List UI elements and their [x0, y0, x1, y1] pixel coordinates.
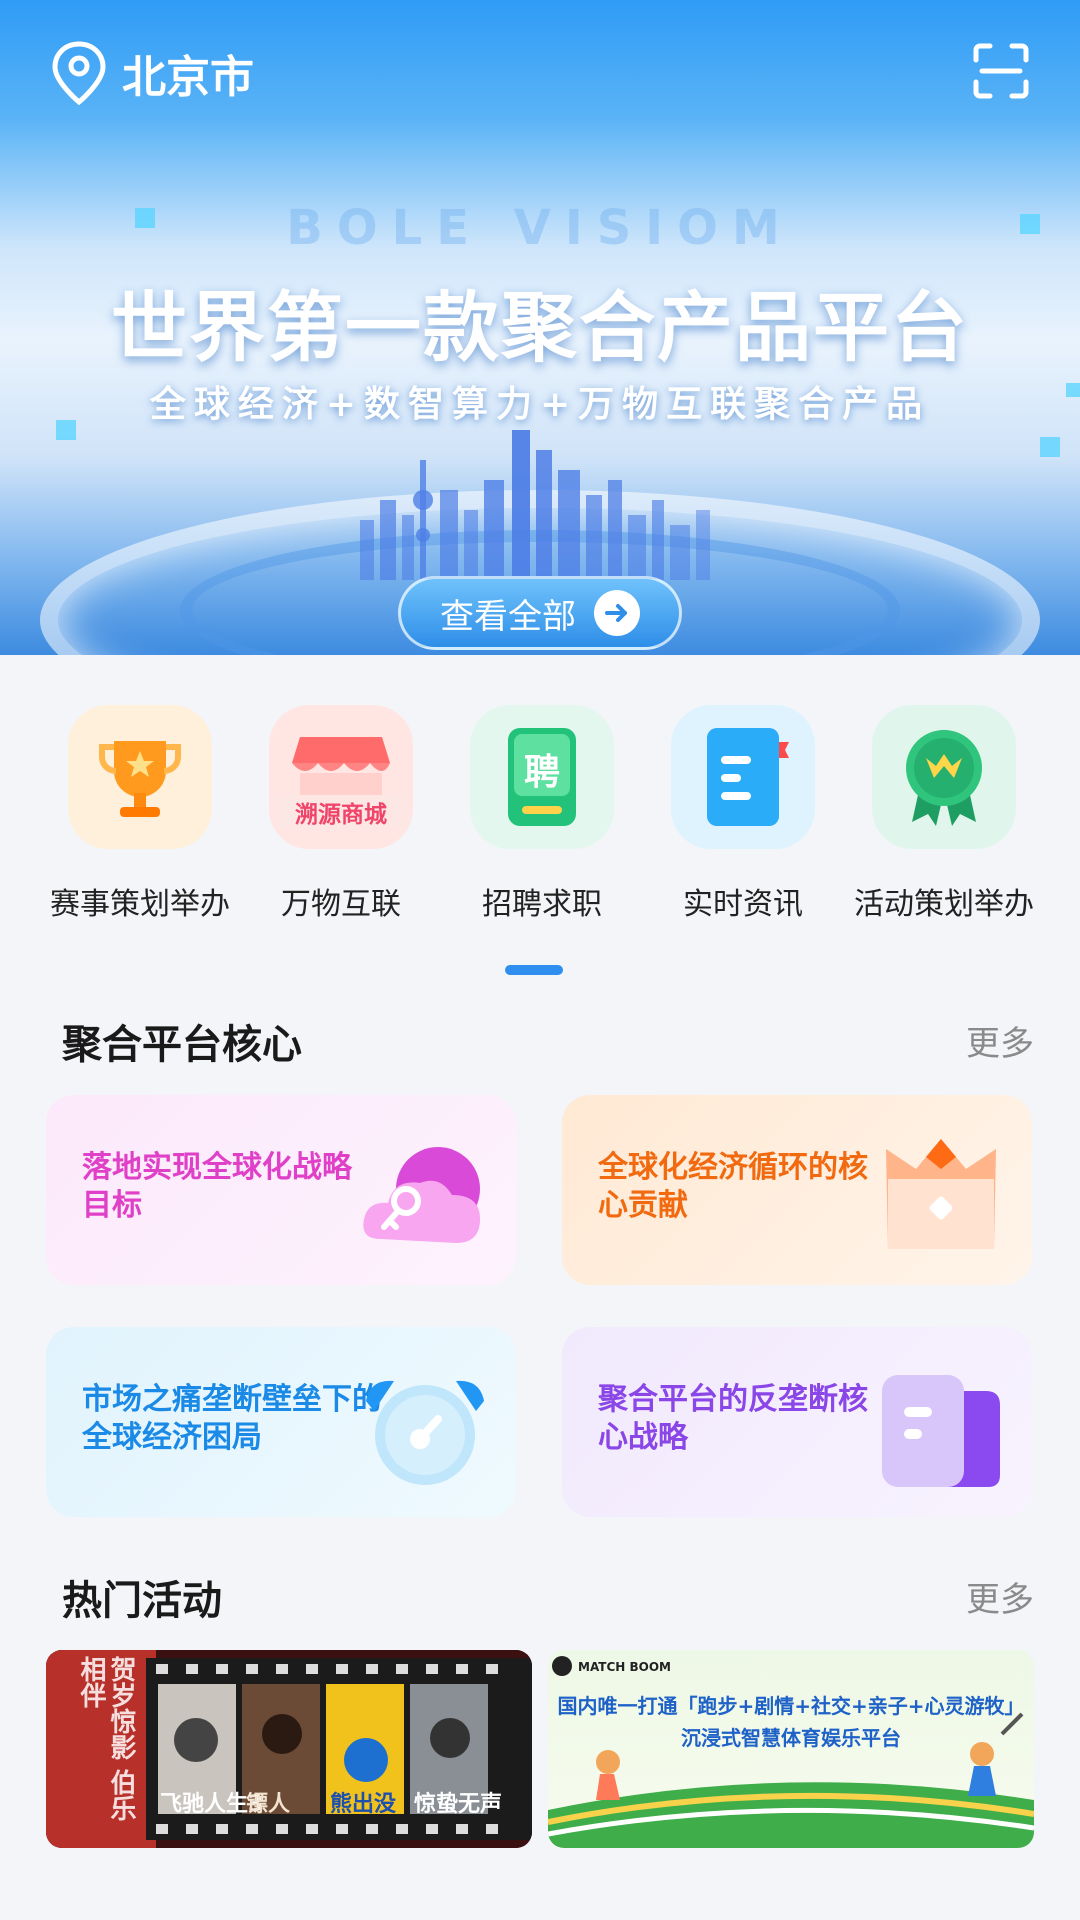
category-activity-planning[interactable]: 活动策划举办: [844, 705, 1044, 923]
hot-activity-sports[interactable]: MATCH BOOM 国内唯一打通「跑步+剧情+社交+亲子+心灵游牧」 沉浸式智…: [548, 1650, 1034, 1848]
hot-activity-movies[interactable]: 贺岁惊影 伯乐相伴 飞驰人生3 镖人 熊出没 惊蛰无声: [46, 1650, 532, 1848]
alarm-clock-icon: [366, 1380, 484, 1485]
category-label: 活动策划举办: [854, 887, 1034, 922]
hero-banner: 北京市 BOLE VISIOM 世界第一款聚合产品平台 全球经济+数智算力+万物…: [0, 0, 1080, 655]
store-badge: 溯源商城: [275, 795, 407, 829]
store-icon: 溯源商城: [269, 705, 413, 849]
category-recruitment[interactable]: 聘 招聘求职: [442, 705, 642, 923]
poster-title: 惊蛰无声: [414, 1792, 503, 1817]
banner-watermark: BOLE VISIOM: [286, 200, 794, 256]
decor-square: [135, 208, 155, 228]
movie-caption: 贺岁惊影 伯乐相伴: [76, 1656, 136, 1822]
folder-icon: [882, 1375, 1000, 1487]
crown-icon: [886, 1139, 996, 1249]
city-skyline-illustration: [360, 430, 710, 580]
core-card-antitrust[interactable]: 聚合平台的反垄断核心战略: [562, 1327, 1032, 1517]
scan-icon[interactable]: [972, 42, 1030, 100]
category-event-planning[interactable]: 赛事策划举办: [40, 705, 240, 923]
medal-icon: [872, 705, 1016, 849]
category-label: 万物互联: [281, 887, 401, 922]
sports-headline: 国内唯一打通「跑步+剧情+社交+亲子+心灵游牧」: [557, 1694, 1025, 1718]
core-card-global-strategy[interactable]: 落地实现全球化战略目标: [46, 1095, 516, 1285]
recruit-badge: 聘: [523, 752, 560, 793]
decor-square: [1020, 214, 1040, 234]
core-card-text: 聚合平台的反垄断核心战略: [598, 1382, 868, 1455]
sports-subline: 沉浸式智慧体育娱乐平台: [681, 1726, 901, 1750]
location-selector[interactable]: 北京市: [50, 40, 254, 106]
brand-logo-text: MATCH BOOM: [578, 1660, 671, 1674]
trophy-icon: [68, 705, 212, 849]
core-card-economic-cycle[interactable]: 全球化经济循环的核心贡献: [562, 1095, 1032, 1285]
decor-square: [1040, 437, 1060, 457]
core-card-market-pain[interactable]: 市场之痛垄断壁垒下的全球经济困局: [46, 1327, 516, 1517]
core-more-link[interactable]: 更多: [966, 1016, 1034, 1065]
category-grid: 赛事策划举办 溯源商城 万物互联 聘 招聘求职 实时资讯 活动策划举办: [0, 705, 1080, 935]
banner-headline: 世界第一款聚合产品平台: [111, 283, 969, 372]
city-name: 北京市: [122, 52, 254, 103]
poster-title: 镖人: [246, 1792, 291, 1817]
core-card-text: 市场之痛垄断壁垒下的全球经济困局: [82, 1382, 382, 1455]
category-label: 赛事策划举办: [50, 887, 230, 922]
recruit-icon: 聘: [470, 705, 614, 849]
category-iot-mall[interactable]: 溯源商城 万物互联: [241, 705, 441, 923]
view-all-label: 查看全部: [440, 596, 576, 637]
decor-square: [1066, 383, 1080, 397]
category-label: 实时资讯: [683, 887, 803, 922]
location-pin-icon: [52, 41, 106, 106]
core-card-text: 落地实现全球化战略目标: [82, 1150, 352, 1223]
category-label: 招聘求职: [482, 887, 602, 922]
page-indicator: [505, 965, 563, 975]
arrow-right-icon: [594, 590, 640, 636]
view-all-button[interactable]: 查看全部: [398, 576, 682, 650]
news-icon: [671, 705, 815, 849]
core-section-title: 聚合平台核心: [62, 1022, 302, 1068]
hot-section-title: 热门活动: [62, 1578, 222, 1624]
decor-square: [56, 420, 76, 440]
core-card-text: 全球化经济循环的核心贡献: [598, 1150, 868, 1223]
hot-more-link[interactable]: 更多: [966, 1572, 1034, 1621]
poster-title: 熊出没: [330, 1792, 397, 1817]
category-news[interactable]: 实时资讯: [643, 705, 843, 923]
cloud-key-icon: [363, 1147, 480, 1243]
